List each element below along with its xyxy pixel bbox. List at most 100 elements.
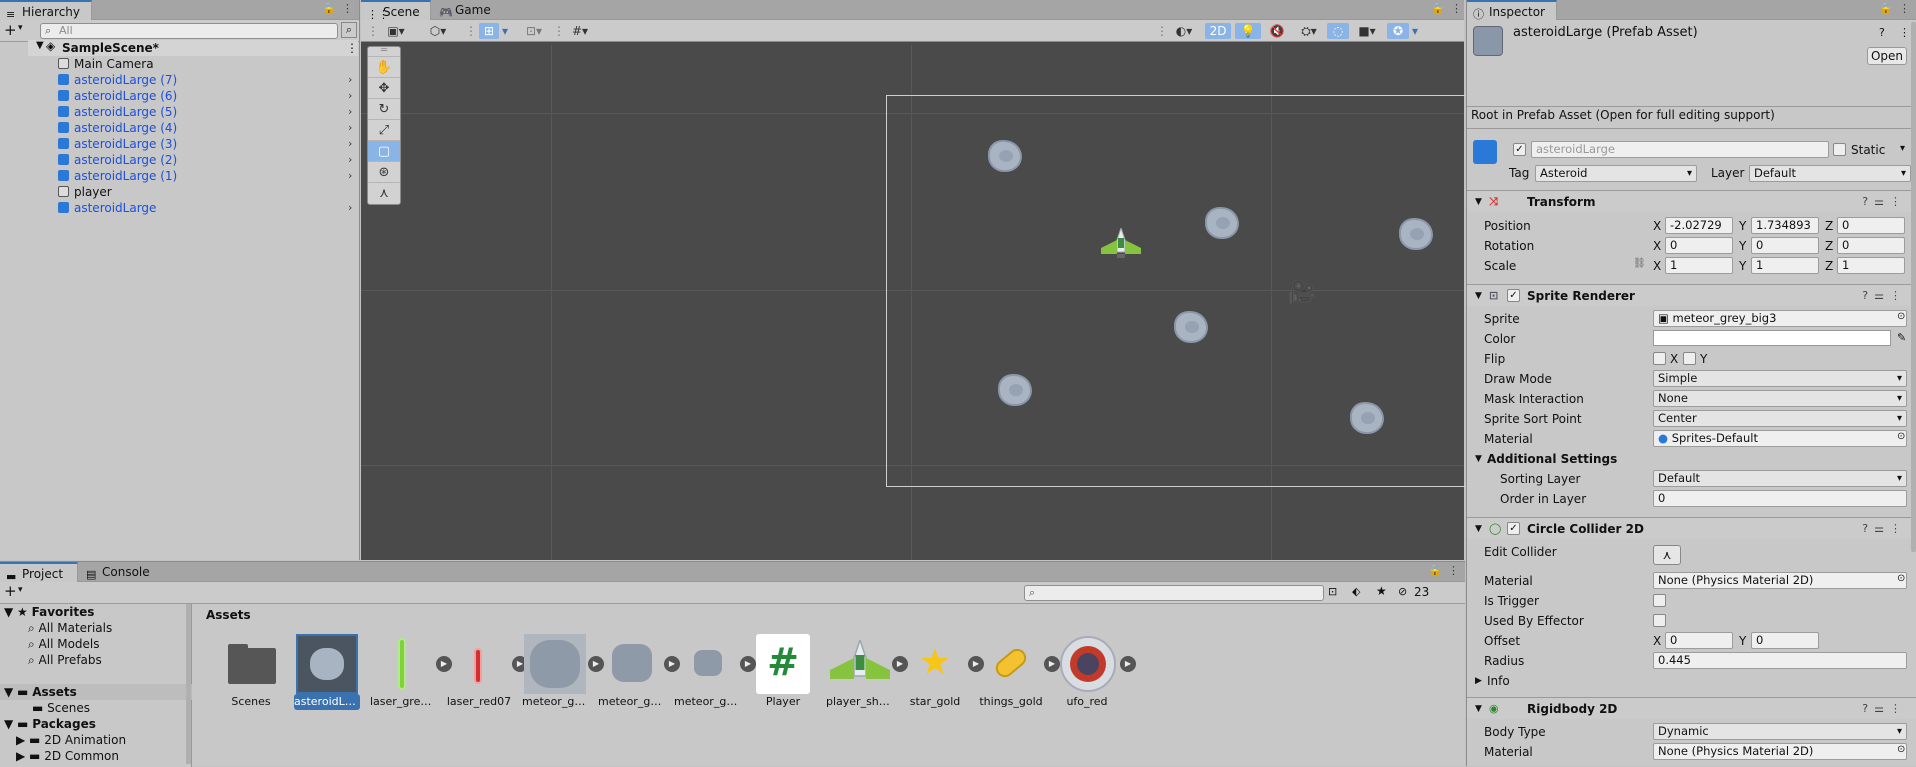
scale-x-field[interactable]: 1	[1665, 257, 1733, 274]
open-prefab-arrow-icon[interactable]: ›	[348, 105, 352, 118]
camera-dropdown[interactable]: ■▾	[1351, 23, 1383, 39]
hierarchy-item[interactable]: asteroidLarge (6)	[58, 88, 177, 104]
offset-y-field[interactable]: 0	[1751, 632, 1819, 649]
scale-icon[interactable]: ⤢	[368, 120, 400, 141]
open-prefab-arrow-icon[interactable]: ›	[348, 153, 352, 166]
rotate-icon[interactable]: ↻	[368, 99, 400, 120]
asset-item-folder[interactable]: Scenes	[218, 634, 284, 710]
rotation-y-field[interactable]: 0	[1751, 237, 1819, 254]
tag-dropdown[interactable]: Asteroid	[1535, 165, 1697, 182]
asset-item-ufo[interactable]: ufo_red	[1054, 634, 1120, 710]
sprite-renderer-header[interactable]: ▼ ⊡ ✓ Sprite Renderer ?⚌⋮	[1467, 284, 1916, 306]
info-foldout[interactable]: Info	[1487, 672, 1510, 690]
material-field[interactable]: ● Sprites-Default	[1653, 430, 1907, 447]
custom-tool-icon[interactable]: ⋏	[368, 183, 400, 204]
asteroid-sprite[interactable]	[988, 140, 1022, 172]
hierarchy-item[interactable]: player	[58, 184, 112, 200]
chevron-down-icon[interactable]: ▼	[36, 40, 44, 51]
additional-settings-foldout[interactable]: Additional Settings	[1487, 450, 1617, 468]
add-icon[interactable]: +	[4, 21, 17, 39]
hidden-objects-toggle[interactable]: ◌	[1327, 23, 1349, 39]
chevron-down-icon[interactable]: ▼	[1475, 450, 1482, 468]
flip-y-checkbox[interactable]	[1683, 352, 1696, 365]
asset-item-laser-green[interactable]: laser_gree...	[370, 634, 436, 710]
effects-dropdown[interactable]: ⛭▾	[1293, 23, 1325, 39]
favorites-foldout[interactable]: ▼ ★ Favorites	[4, 604, 94, 620]
menu-icon[interactable]: ⋮	[1451, 2, 1462, 15]
draw-mode-dropdown[interactable]: ⬡▾	[421, 23, 455, 39]
component-icons[interactable]: ?⚌⋮	[1862, 518, 1907, 540]
chevron-down-icon[interactable]: ▾	[18, 585, 23, 595]
open-prefab-arrow-icon[interactable]: ›	[348, 137, 352, 150]
asset-item-meteor-med[interactable]: meteor_gr...	[598, 634, 664, 710]
open-prefab-arrow-icon[interactable]: ›	[348, 169, 352, 182]
mask-interaction-dropdown[interactable]: None	[1653, 390, 1907, 407]
layer-dropdown[interactable]: Default	[1749, 165, 1911, 182]
hierarchy-item[interactable]: asteroidLarge (3)	[58, 136, 177, 152]
menu-icon[interactable]: ⋮	[346, 40, 358, 56]
hierarchy-item[interactable]: asteroidLarge (5)	[58, 104, 177, 120]
open-prefab-arrow-icon[interactable]: ›	[348, 201, 352, 214]
asteroid-sprite[interactable]	[1205, 207, 1239, 239]
color-field[interactable]	[1653, 330, 1891, 346]
transform-icon[interactable]: ⊛	[368, 162, 400, 183]
scene-search-icon[interactable]: ⌕	[341, 22, 357, 38]
component-enabled-checkbox[interactable]: ✓	[1507, 522, 1520, 535]
packages-foldout[interactable]: ▼ ▬ Packages	[4, 716, 96, 732]
object-picker-icon[interactable]: ⊙	[1897, 311, 1905, 322]
asset-item-meteor-small[interactable]: meteor_gr...	[674, 634, 740, 710]
position-z-field[interactable]: 0	[1837, 217, 1905, 234]
asset-item-laser-red[interactable]: laser_red07	[446, 634, 512, 710]
project-search-input[interactable]: ⌕	[1024, 585, 1324, 601]
expand-arrow-icon[interactable]: ▶	[1120, 656, 1136, 672]
tab-inspector[interactable]: ⓘ Inspector	[1467, 0, 1557, 21]
open-prefab-button[interactable]: Open	[1867, 47, 1907, 65]
tab-scene[interactable]: ⋮⋮ Scene	[361, 0, 431, 21]
object-name-field[interactable]: asteroidLarge	[1531, 141, 1829, 158]
chevron-down-icon[interactable]: ▾	[18, 23, 23, 33]
favorite-icon[interactable]: ★	[1376, 584, 1387, 598]
object-picker-icon[interactable]: ⊙	[1897, 744, 1905, 755]
inspector-scrollbar[interactable]	[1911, 22, 1916, 552]
active-checkbox[interactable]: ✓	[1513, 143, 1526, 156]
rigidbody-header[interactable]: ▼ ◉ Rigidbody 2D ?⚌⋮	[1467, 697, 1916, 719]
position-y-field[interactable]: 1.734893	[1751, 217, 1819, 234]
menu-icon[interactable]: ⋮	[1899, 26, 1910, 39]
search-by-type-icon[interactable]: ⊡	[1328, 585, 1337, 598]
asteroid-sprite[interactable]	[1350, 402, 1384, 434]
asset-item-asteroid[interactable]: asteroidLa...	[294, 634, 360, 710]
collider-material-field[interactable]: None (Physics Material 2D)	[1653, 572, 1907, 589]
tab-console[interactable]: ▤ Console	[80, 562, 158, 582]
rotation-x-field[interactable]: 0	[1665, 237, 1733, 254]
static-checkbox[interactable]	[1833, 143, 1846, 156]
hierarchy-item[interactable]: asteroidLarge (2)	[58, 152, 177, 168]
lock-icon[interactable]: 🔒	[1431, 2, 1445, 15]
menu-icon[interactable]: ⋮	[1448, 564, 1459, 577]
favorite-item[interactable]: ⌕ All Prefabs	[28, 652, 102, 668]
asset-item-star[interactable]: ★ star_gold	[902, 634, 968, 710]
draw-mode-dropdown[interactable]: Simple	[1653, 370, 1907, 387]
player-ship-sprite[interactable]	[1101, 228, 1141, 260]
open-prefab-arrow-icon[interactable]: ›	[348, 89, 352, 102]
asset-item-meteor-big[interactable]: meteor_gr...	[522, 634, 588, 710]
gizmos-toggle[interactable]: ✪	[1387, 23, 1409, 39]
hierarchy-item[interactable]: asteroidLarge (4)	[58, 120, 177, 136]
rotation-z-field[interactable]: 0	[1837, 237, 1905, 254]
menu-icon[interactable]: ⋮	[342, 2, 353, 15]
asset-item-ship[interactable]: player_shi...	[826, 634, 892, 710]
sort-point-dropdown[interactable]: Center	[1653, 410, 1907, 427]
eyedropper-icon[interactable]: ✎	[1897, 331, 1906, 344]
increment-snap-dropdown[interactable]: ⊡▾	[519, 23, 549, 39]
tab-game[interactable]: 🎮 Game	[433, 0, 503, 20]
favorite-item[interactable]: ⌕ All Models	[28, 636, 100, 652]
sprite-field[interactable]: ▣ meteor_grey_big3	[1653, 310, 1907, 327]
hierarchy-search-input[interactable]: ⌕ All	[40, 23, 338, 39]
hierarchy-item[interactable]: asteroidLarge (1)	[58, 168, 177, 184]
edit-collider-button[interactable]: ⋏	[1653, 545, 1681, 565]
tab-project[interactable]: ▬ Project	[0, 562, 78, 583]
grid-snap-toggle[interactable]: ⊞	[479, 23, 499, 39]
chevron-down-icon[interactable]: ▾	[1409, 23, 1421, 39]
order-in-layer-field[interactable]: 0	[1653, 490, 1907, 507]
component-icons[interactable]: ?⚌⋮	[1862, 698, 1907, 720]
chevron-down-icon[interactable]: ▾	[499, 23, 511, 39]
